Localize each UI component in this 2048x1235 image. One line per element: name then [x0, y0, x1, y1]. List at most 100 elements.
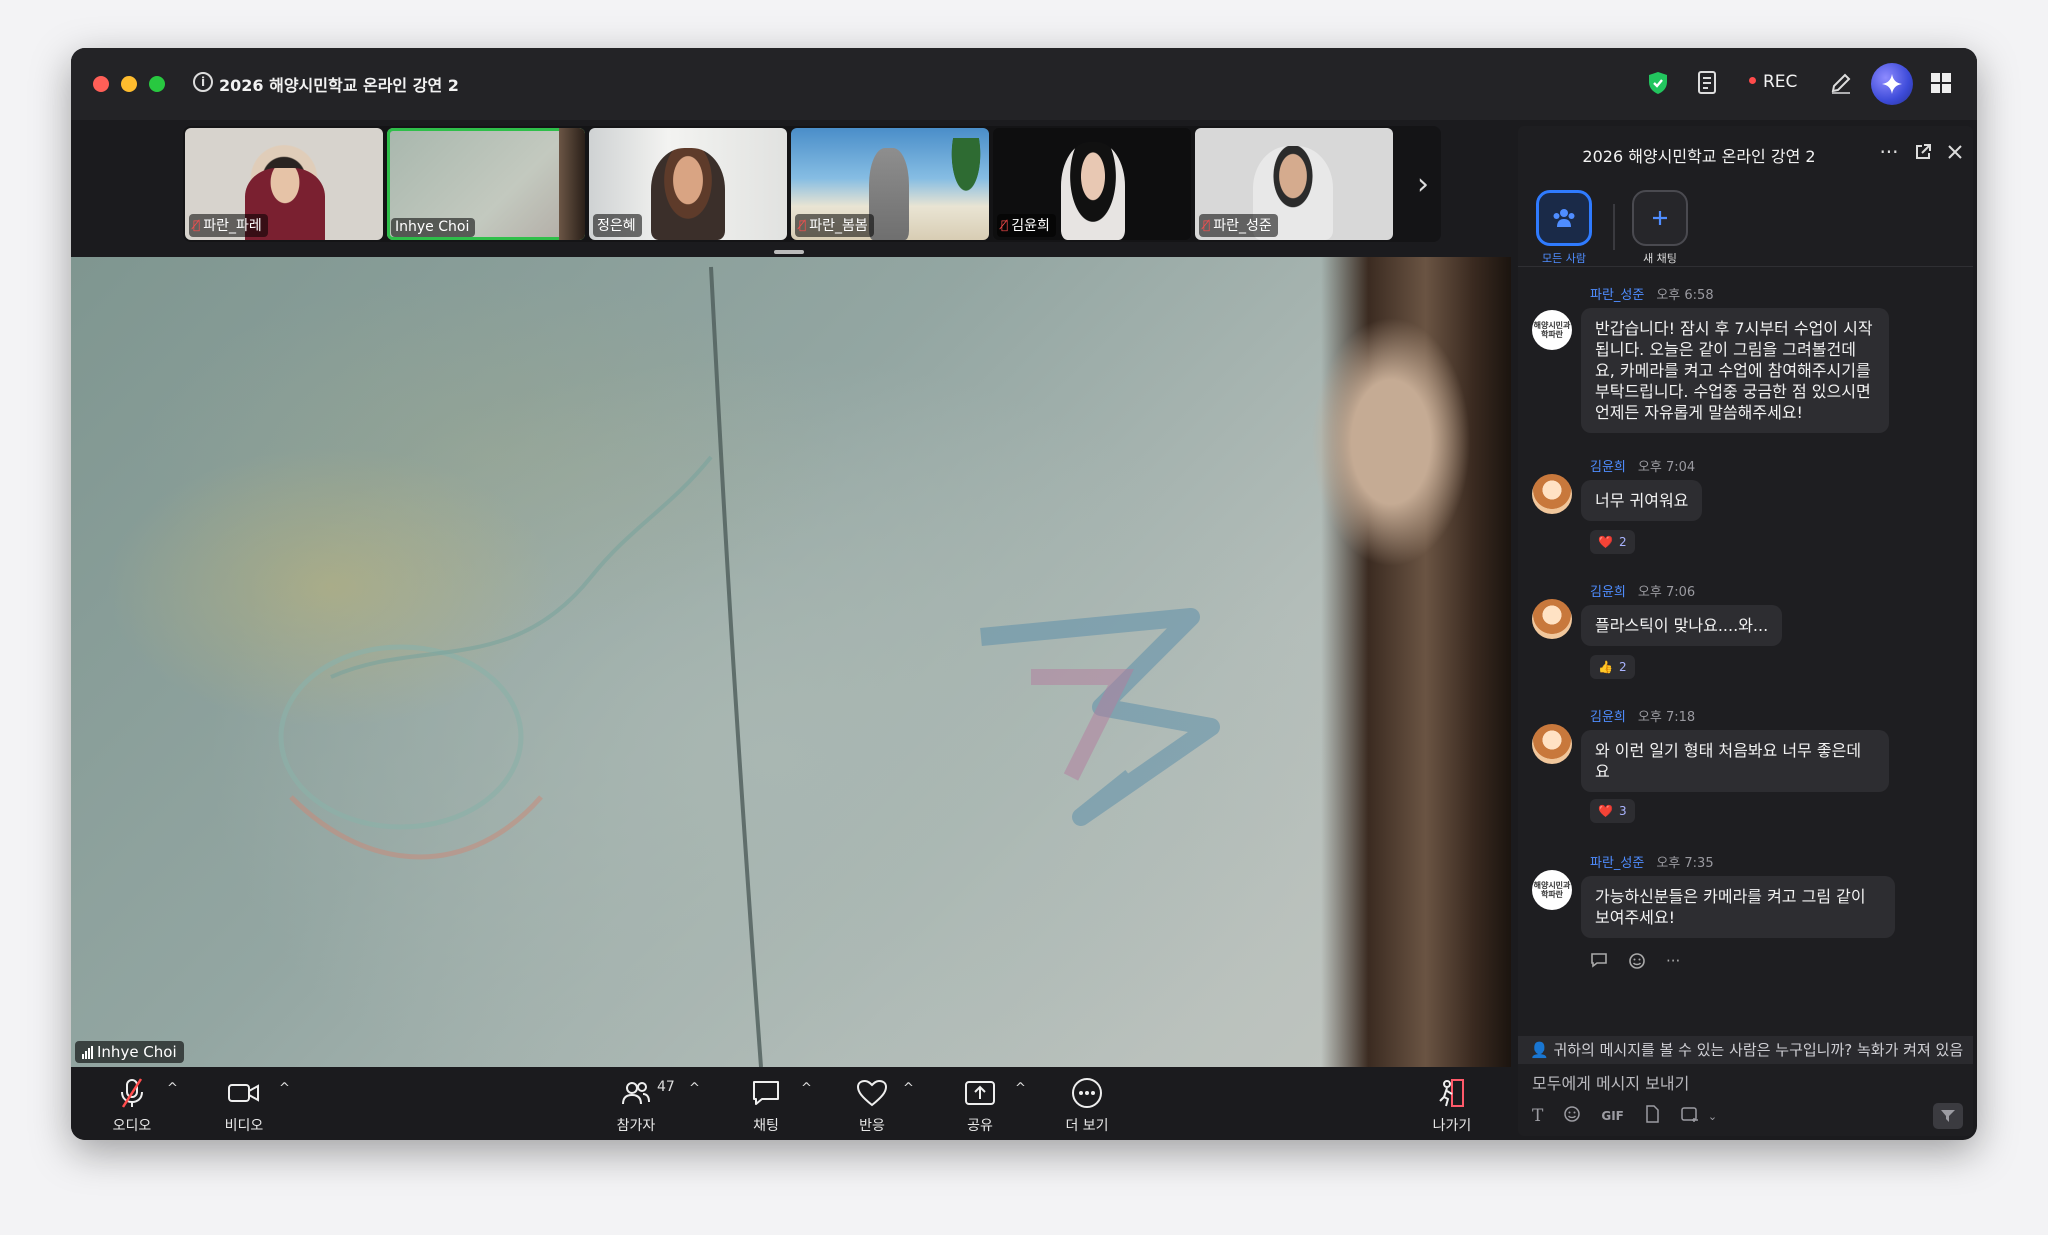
visibility-notice[interactable]: 👤 귀하의 메시지를 볼 수 있는 사람은 누구입니까? 녹화가 켜져 있음	[1518, 1036, 1973, 1064]
text-format-icon[interactable]: T	[1532, 1106, 1543, 1126]
close-window-button[interactable]	[93, 76, 109, 92]
participant-thumbnail[interactable]: 🎙̸ 김윤희	[993, 128, 1191, 240]
sender-name[interactable]: 김윤희	[1590, 460, 1626, 475]
message-sender: 파란_성준 오후 7:35	[1590, 852, 1714, 871]
avatar[interactable]	[1532, 724, 1572, 764]
message-sender: 김윤희 오후 7:04	[1590, 456, 1695, 475]
message-time: 오후 7:18	[1637, 710, 1696, 725]
share-button[interactable]: 공유	[945, 1077, 1015, 1135]
thumbnail-label: 🎙̸ 파란_봄봄	[795, 214, 874, 237]
leave-door-icon	[1417, 1077, 1487, 1109]
heart-reaction-icon: ❤️	[1598, 535, 1613, 549]
tab-new-chat-label: 새 채팅	[1643, 252, 1677, 265]
message-bubble[interactable]: 플라스틱이 맞나요....와...	[1581, 605, 1783, 646]
more-options-icon[interactable]: ···	[1666, 952, 1680, 974]
close-icon[interactable]	[1942, 139, 1968, 165]
recording-label: REC	[1763, 72, 1798, 92]
participant-thumbnail[interactable]: 🎙̸ 파란_파레	[185, 128, 383, 240]
participant-thumbnail[interactable]: 🎙̸ 파란_봄봄	[791, 128, 989, 240]
participant-thumbnail[interactable]: 🎙̸ 파란_성준	[1195, 128, 1393, 240]
avatar-logo-text: 해양시민과학파란	[1533, 321, 1571, 339]
thumbnail-label: Inhye Choi	[391, 218, 476, 237]
transcript-icon[interactable]	[1693, 68, 1723, 98]
more-options-icon[interactable]: ···	[1876, 139, 1902, 165]
zoom-window-button[interactable]	[149, 76, 165, 92]
chat-title: 2026 해양시민학교 온라인 강연 2	[1582, 147, 1816, 166]
ai-companion-button[interactable]	[1871, 63, 1913, 105]
add-reaction-icon[interactable]	[1628, 952, 1646, 974]
meeting-toolbar: 오디오 ^ 비디오 ^ 참가자 47 ^ 채팅 ^ 반응 ^ 공유 ^ 더 보기…	[71, 1067, 1511, 1140]
more-button[interactable]: 더 보기	[1052, 1077, 1122, 1135]
file-icon[interactable]	[1644, 1105, 1660, 1127]
tab-divider	[1613, 204, 1615, 250]
video-button[interactable]: 비디오	[209, 1077, 279, 1135]
minimize-window-button[interactable]	[121, 76, 137, 92]
chat-label: 채팅	[753, 1118, 779, 1134]
camera-icon	[209, 1077, 279, 1109]
message-bubble[interactable]: 와 이런 일기 형태 처음봐요 너무 좋은데요	[1581, 730, 1889, 792]
reactions-options-caret-icon[interactable]: ^	[903, 1081, 914, 1096]
mic-muted-icon: 🎙̸	[799, 218, 807, 232]
sender-name[interactable]: 파란_성준	[1590, 856, 1644, 871]
recording-indicator[interactable]: REC	[1749, 72, 1797, 92]
more-label: 더 보기	[1065, 1118, 1109, 1134]
group-icon	[1553, 209, 1575, 227]
avatar[interactable]: 해양시민과학파란	[1532, 870, 1572, 910]
chevron-down-icon[interactable]: ⌄	[1708, 1110, 1717, 1123]
participant-name: Inhye Choi	[395, 219, 470, 235]
chevron-right-icon[interactable]: ›	[1406, 128, 1440, 240]
resize-handle[interactable]	[774, 250, 804, 254]
participant-video	[651, 148, 725, 240]
avatar[interactable]	[1532, 474, 1572, 514]
pop-out-icon[interactable]	[1910, 139, 1936, 165]
sender-name[interactable]: 파란_성준	[1590, 288, 1644, 303]
send-icon	[1941, 1110, 1955, 1122]
reaction-badge[interactable]: ❤️ 2	[1590, 530, 1635, 554]
audio-button[interactable]: 오디오	[97, 1077, 167, 1135]
leave-button[interactable]: 나가기	[1417, 1077, 1487, 1135]
message-sender: 김윤희 오후 7:18	[1590, 706, 1695, 725]
mic-muted-icon: 🎙̸	[1203, 218, 1211, 232]
message-bubble[interactable]: 가능하신분들은 카메라를 켜고 그림 같이 보여주세요!	[1581, 876, 1895, 938]
chat-button[interactable]: 채팅	[731, 1077, 801, 1135]
audio-options-caret-icon[interactable]: ^	[167, 1081, 178, 1096]
thumbnail-label: 🎙̸ 김윤희	[997, 214, 1056, 237]
reply-icon[interactable]	[1590, 952, 1608, 974]
participant-thumbnail-active[interactable]: Inhye Choi	[387, 128, 585, 240]
participant-thumbnail[interactable]: 정은혜	[589, 128, 787, 240]
composer-toolbar: T GIF ⌄	[1532, 1100, 1962, 1132]
thumbnail-label: 🎙̸ 파란_성준	[1199, 214, 1278, 237]
video-options-caret-icon[interactable]: ^	[279, 1081, 290, 1096]
message-bubble[interactable]: 너무 귀여워요	[1581, 480, 1703, 521]
sender-name[interactable]: 김윤희	[1590, 585, 1626, 600]
meeting-info-icon[interactable]: i	[193, 72, 213, 92]
participant-name: 김윤희	[1011, 218, 1050, 234]
reaction-badge[interactable]: 👍 2	[1590, 655, 1635, 679]
participants-options-caret-icon[interactable]: ^	[689, 1081, 700, 1096]
annotate-pencil-icon[interactable]	[1826, 68, 1856, 98]
chat-message-input[interactable]: 모두에게 메시지 보내기	[1532, 1070, 1689, 1094]
layout-grid-icon[interactable]	[1926, 68, 1956, 98]
message-bubble[interactable]: 반갑습니다! 잠시 후 7시부터 수업이 시작됩니다. 오늘은 같이 그림을 그…	[1581, 308, 1889, 433]
person-icon: 👤	[1530, 1041, 1554, 1059]
send-button[interactable]	[1933, 1103, 1963, 1129]
screenshot-icon[interactable]	[1680, 1105, 1700, 1127]
reaction-badge[interactable]: ❤️ 3	[1590, 799, 1635, 823]
tab-new-chat[interactable]	[1632, 190, 1688, 246]
sparkle-icon	[1882, 74, 1902, 94]
thumbs-up-reaction-icon: 👍	[1598, 660, 1613, 674]
reactions-button[interactable]: 반응	[837, 1077, 907, 1135]
avatar[interactable]	[1532, 599, 1572, 639]
message-time: 오후 6:58	[1656, 288, 1714, 303]
signal-strength-icon	[82, 1045, 93, 1059]
chat-options-caret-icon[interactable]: ^	[801, 1081, 812, 1096]
title-bar: i 2026 해양시민학교 온라인 강연 2 REC	[71, 48, 1977, 120]
share-options-caret-icon[interactable]: ^	[1015, 1081, 1026, 1096]
share-label: 공유	[967, 1118, 993, 1134]
sender-name[interactable]: 김윤희	[1590, 710, 1626, 725]
tab-everyone[interactable]	[1536, 190, 1592, 246]
gif-icon[interactable]: GIF	[1601, 1109, 1624, 1123]
avatar[interactable]: 해양시민과학파란	[1532, 310, 1572, 350]
security-shield-icon[interactable]	[1643, 68, 1673, 98]
emoji-icon[interactable]	[1563, 1105, 1581, 1127]
